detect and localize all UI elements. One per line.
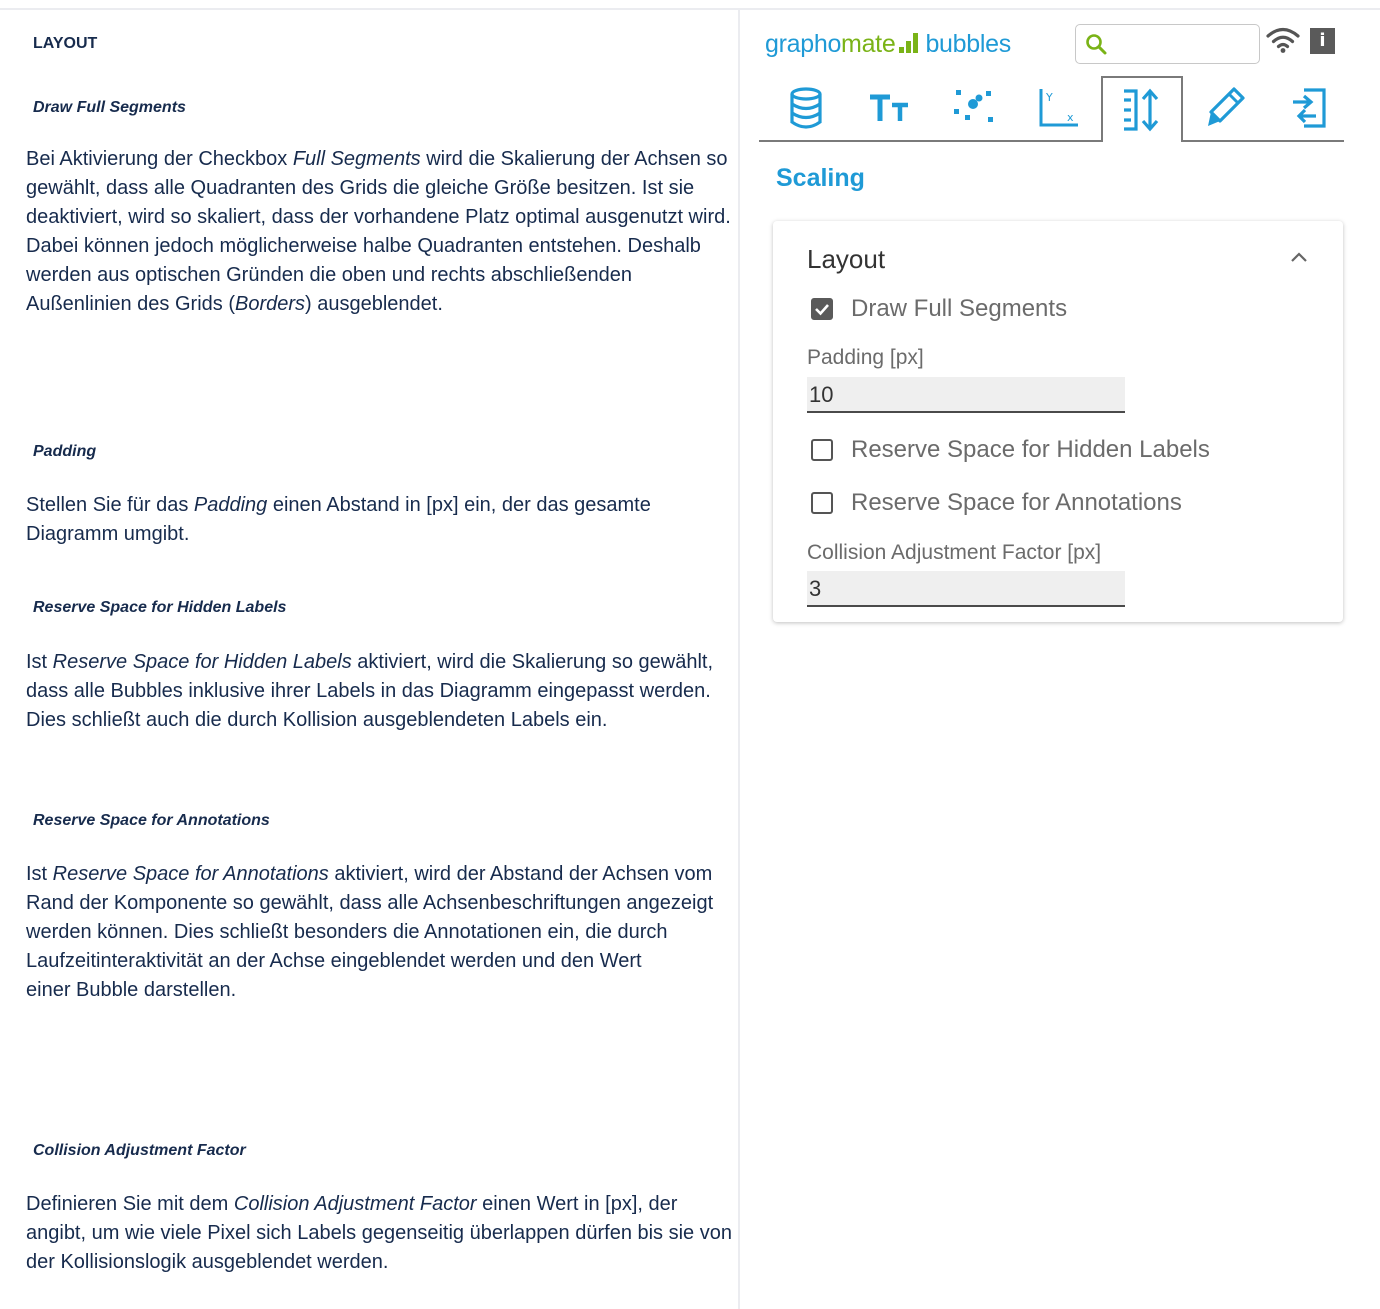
text-size-icon bbox=[870, 94, 908, 121]
section-title-hidden-labels: Reserve Space for Hidden Labels bbox=[33, 599, 287, 616]
reserve-annotations-label: Reserve Space for Annotations bbox=[851, 489, 1182, 516]
tab-export[interactable] bbox=[1269, 76, 1351, 140]
tab-scaling[interactable] bbox=[1101, 76, 1183, 142]
widget-panel: graphomate bubbles i Y x Scaling Layout … bbox=[759, 18, 1359, 638]
scaling-icon bbox=[1124, 88, 1159, 132]
text-emphasis: Reserve Space for Hidden Labels bbox=[52, 651, 352, 673]
database-icon bbox=[790, 87, 822, 129]
section-title: Scaling bbox=[776, 164, 865, 192]
graphomate-logo: graphomate bubbles bbox=[765, 30, 1011, 59]
reserve-hidden-labels-label: Reserve Space for Hidden Labels bbox=[851, 436, 1210, 463]
reserve-hidden-labels-checkbox[interactable] bbox=[811, 439, 833, 461]
padding-input[interactable] bbox=[807, 381, 1111, 409]
info-button[interactable]: i bbox=[1310, 28, 1335, 54]
tab-bar-line bbox=[759, 140, 1344, 142]
section-title-draw-full-segments: Draw Full Segments bbox=[33, 99, 186, 116]
logo-bars-icon bbox=[899, 33, 921, 53]
search-box[interactable] bbox=[1075, 24, 1260, 64]
chevron-up-icon[interactable] bbox=[1289, 250, 1309, 264]
top-rule bbox=[0, 8, 1380, 10]
text-run: wird die Skalierung der Achsen so gewähl… bbox=[26, 148, 731, 315]
svg-text:Y: Y bbox=[1045, 91, 1053, 104]
logo-text-mate: mate bbox=[841, 30, 896, 58]
section-title-padding: Padding bbox=[33, 443, 97, 460]
tab-text[interactable] bbox=[849, 76, 931, 140]
logo-text-grapho: grapho bbox=[765, 30, 842, 58]
text-run: Stellen Sie für das bbox=[26, 494, 194, 516]
card-title: Layout bbox=[807, 244, 886, 274]
bubbles-icon bbox=[954, 90, 993, 122]
pencil-icon bbox=[1208, 87, 1245, 126]
text-emphasis: Borders bbox=[234, 293, 306, 315]
text-emphasis: Full Segments bbox=[292, 148, 421, 170]
section-text-annotations: Ist Reserve Space for Annotations aktivi… bbox=[26, 860, 741, 1005]
checkmark-icon bbox=[815, 304, 829, 316]
text-run: ) ausgeblendet. bbox=[305, 293, 443, 315]
collision-label: Collision Adjustment Factor [px] bbox=[807, 541, 1102, 564]
draw-full-segments-label: Draw Full Segments bbox=[851, 295, 1068, 322]
collision-input[interactable] bbox=[807, 575, 1111, 603]
tab-bubbles[interactable] bbox=[933, 76, 1015, 140]
text-run: Ist bbox=[26, 863, 53, 885]
text-emphasis: Reserve Space for Annotations bbox=[52, 863, 329, 885]
text-emphasis: Collision Adjustment Factor bbox=[233, 1193, 477, 1215]
section-text-hidden-labels: Ist Reserve Space for Hidden Labels akti… bbox=[26, 648, 741, 735]
section-title-annotations: Reserve Space for Annotations bbox=[33, 812, 270, 829]
search-icon bbox=[1086, 34, 1107, 55]
collision-field[interactable] bbox=[807, 571, 1125, 607]
text-run: Ist bbox=[26, 651, 53, 673]
text-run: einer Bubble darstellen. bbox=[26, 979, 237, 1001]
text-run: Definieren Sie mit dem bbox=[26, 1193, 234, 1215]
doc-heading: LAYOUT bbox=[33, 35, 98, 52]
export-icon bbox=[1293, 88, 1326, 128]
section-text-padding: Stellen Sie für das Padding einen Abstan… bbox=[26, 491, 741, 549]
section-title-collision: Collision Adjustment Factor bbox=[33, 1142, 246, 1159]
text-run: Bei Aktivierung der Checkbox bbox=[26, 148, 293, 170]
tab-bar: Y x bbox=[759, 76, 1344, 142]
draw-full-segments-checkbox[interactable] bbox=[811, 298, 833, 320]
svg-text:x: x bbox=[1067, 111, 1074, 124]
reserve-annotations-checkbox[interactable] bbox=[811, 492, 833, 514]
padding-label: Padding [px] bbox=[807, 346, 924, 369]
padding-field[interactable] bbox=[807, 377, 1125, 413]
logo-text-bubbles: bubbles bbox=[925, 30, 1011, 58]
tab-axis[interactable]: Y x bbox=[1017, 76, 1099, 140]
section-text-draw-full-segments: Bei Aktivierung der Checkbox Full Segmen… bbox=[26, 145, 741, 319]
layout-card: Layout Draw Full Segments Padding [px] R… bbox=[773, 221, 1343, 622]
tab-edit[interactable] bbox=[1185, 76, 1267, 140]
text-emphasis: Padding bbox=[193, 494, 268, 516]
wifi-icon bbox=[1266, 27, 1300, 53]
axis-icon: Y x bbox=[1039, 89, 1078, 127]
tab-data[interactable] bbox=[765, 76, 847, 140]
search-input[interactable] bbox=[1116, 31, 1250, 57]
section-text-collision: Definieren Sie mit dem Collision Adjustm… bbox=[26, 1190, 741, 1277]
